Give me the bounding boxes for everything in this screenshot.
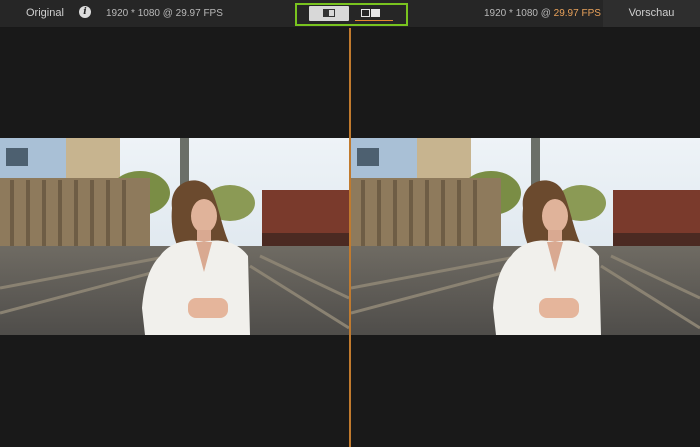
preview-resolution: 1920 * 1080 @ 29.97 FPS — [484, 8, 601, 19]
original-pane — [0, 28, 349, 447]
side-by-side-view-button[interactable] — [351, 6, 393, 21]
side-by-side-view-icon-right — [371, 9, 380, 17]
video-frame-image — [0, 138, 349, 335]
preview-pane — [351, 28, 700, 447]
split-view-button[interactable] — [309, 6, 349, 21]
original-video-frame — [0, 138, 349, 335]
video-frame-image-preview — [351, 138, 700, 335]
preview-toolbar: Original i 1920 * 1080 @ 29.97 FPS 1920 … — [0, 0, 700, 28]
view-mode-switch — [307, 6, 393, 21]
preview-video-frame — [351, 138, 700, 335]
preview-resolution-prefix: 1920 * 1080 @ — [484, 8, 554, 19]
info-icon[interactable]: i — [79, 6, 91, 18]
side-by-side-view-icon — [361, 9, 370, 17]
preview-fps: 29.97 FPS — [553, 8, 601, 19]
original-resolution: 1920 * 1080 @ 29.97 FPS — [106, 8, 223, 19]
preview-label: Vorschau — [603, 0, 700, 27]
split-view-icon — [323, 9, 335, 17]
original-label: Original — [26, 7, 64, 19]
